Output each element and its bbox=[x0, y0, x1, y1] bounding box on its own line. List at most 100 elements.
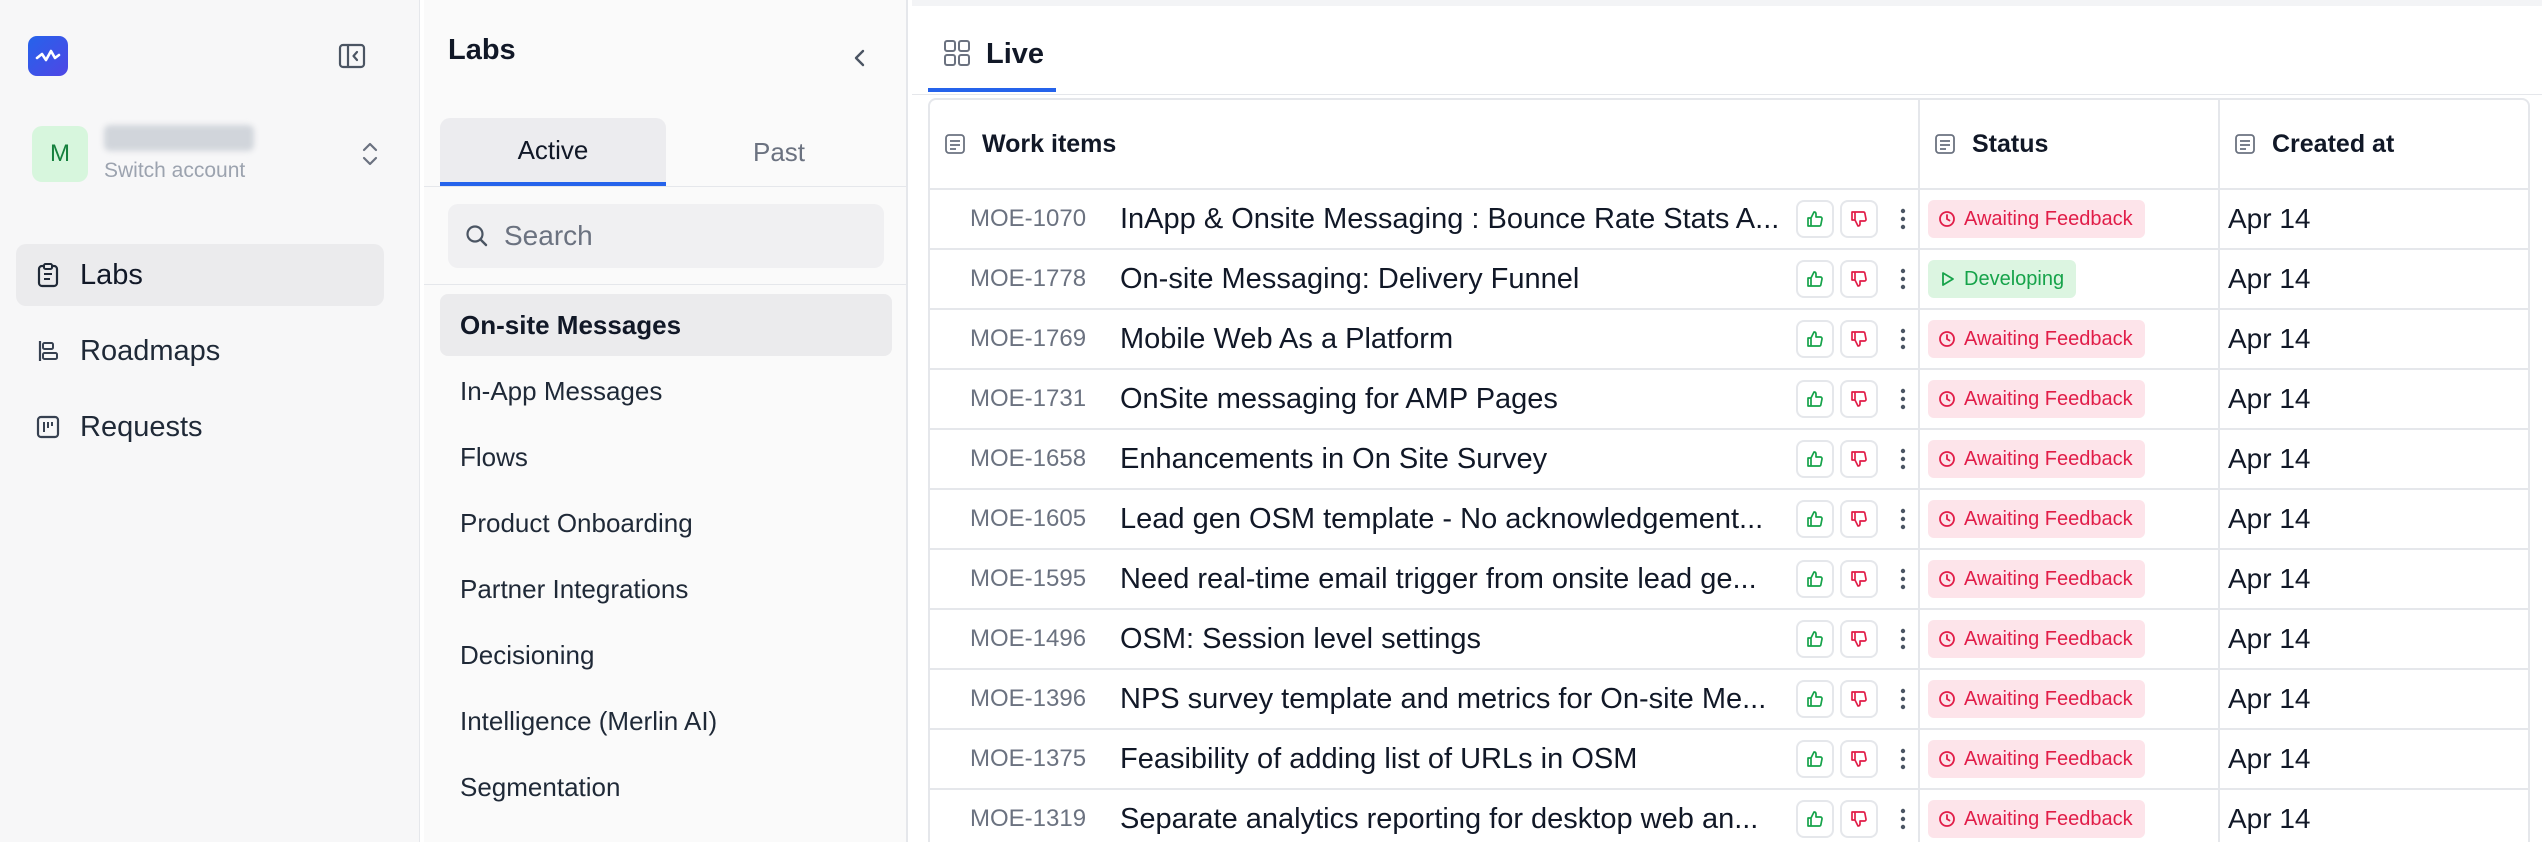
lab-list-item[interactable]: Flows bbox=[440, 426, 892, 488]
more-options-button[interactable] bbox=[1888, 320, 1918, 358]
more-vertical-icon bbox=[1899, 507, 1907, 531]
column-header-work-items[interactable]: Work items bbox=[930, 100, 1920, 188]
table-row[interactable]: MOE-1375 Feasibility of adding list of UR… bbox=[930, 730, 2528, 790]
work-item-title[interactable]: InApp & Onsite Messaging : Bounce Rate S… bbox=[1120, 203, 1792, 236]
text-field-icon bbox=[2234, 133, 2256, 155]
upvote-button[interactable] bbox=[1796, 440, 1834, 478]
table-row[interactable]: MOE-1396 NPS survey template and metrics … bbox=[930, 670, 2528, 730]
downvote-button[interactable] bbox=[1840, 500, 1878, 538]
lab-list-item[interactable]: Decisioning bbox=[440, 624, 892, 686]
sidebar-item-roadmaps[interactable]: Roadmaps bbox=[16, 320, 384, 382]
lab-list-item[interactable]: Partner Integrations bbox=[440, 558, 892, 620]
upvote-button[interactable] bbox=[1796, 620, 1834, 658]
work-item-title[interactable]: Feasibility of adding list of URLs in OS… bbox=[1120, 743, 1792, 776]
status-badge[interactable]: Awaiting Feedback bbox=[1928, 380, 2145, 418]
status-badge[interactable]: Developing bbox=[1928, 260, 2077, 298]
column-header-status[interactable]: Status bbox=[1920, 100, 2220, 188]
search-input[interactable] bbox=[504, 220, 864, 252]
table-row[interactable]: MOE-1769 Mobile Web As a Platform Awaiting… bbox=[930, 310, 2528, 370]
upvote-button[interactable] bbox=[1796, 260, 1834, 298]
table-row[interactable]: MOE-1778 On-site Messaging: Delivery Funn… bbox=[930, 250, 2528, 310]
lab-list-item[interactable]: Product Onboarding bbox=[440, 492, 892, 554]
work-item-title[interactable]: Enhancements in On Site Survey bbox=[1120, 443, 1792, 476]
table-row[interactable]: MOE-1319 Separate analytics reporting for… bbox=[930, 790, 2528, 842]
work-item-title[interactable]: OSM: Session level settings bbox=[1120, 623, 1792, 656]
more-options-button[interactable] bbox=[1888, 440, 1918, 478]
work-item-title[interactable]: Separate analytics reporting for desktop… bbox=[1120, 803, 1792, 836]
upvote-button[interactable] bbox=[1796, 680, 1834, 718]
more-vertical-icon bbox=[1899, 567, 1907, 591]
upvote-button[interactable] bbox=[1796, 740, 1834, 778]
status-badge[interactable]: Awaiting Feedback bbox=[1928, 680, 2145, 718]
downvote-button[interactable] bbox=[1840, 680, 1878, 718]
status-badge[interactable]: Awaiting Feedback bbox=[1928, 200, 2145, 238]
more-options-button[interactable] bbox=[1888, 380, 1918, 418]
more-options-button[interactable] bbox=[1888, 200, 1918, 238]
vote-actions bbox=[1796, 260, 1918, 298]
upvote-button[interactable] bbox=[1796, 200, 1834, 238]
status-badge[interactable]: Awaiting Feedback bbox=[1928, 740, 2145, 778]
thumbs-down-icon bbox=[1849, 689, 1869, 709]
status-badge[interactable]: Awaiting Feedback bbox=[1928, 560, 2145, 598]
more-options-button[interactable] bbox=[1888, 680, 1918, 718]
status-badge[interactable]: Awaiting Feedback bbox=[1928, 620, 2145, 658]
table-row[interactable]: MOE-1605 Lead gen OSM template - No ackno… bbox=[930, 490, 2528, 550]
sidebar-collapse-button[interactable] bbox=[334, 38, 370, 74]
table-row[interactable]: MOE-1070 InApp & Onsite Messaging : Bounc… bbox=[930, 190, 2528, 250]
account-switcher[interactable]: M Switch account bbox=[20, 112, 400, 196]
lab-list-item[interactable]: In-App Messages bbox=[440, 360, 892, 422]
table-row[interactable]: MOE-1658 Enhancements in On Site Survey Aw… bbox=[930, 430, 2528, 490]
work-item-title[interactable]: Mobile Web As a Platform bbox=[1120, 323, 1792, 356]
search-box[interactable] bbox=[448, 204, 884, 268]
upvote-button[interactable] bbox=[1796, 560, 1834, 598]
more-options-button[interactable] bbox=[1888, 260, 1918, 298]
table-row[interactable]: MOE-1595 Need real-time email trigger fro… bbox=[930, 550, 2528, 610]
downvote-button[interactable] bbox=[1840, 740, 1878, 778]
more-options-button[interactable] bbox=[1888, 800, 1918, 838]
labs-collapse-button[interactable] bbox=[842, 40, 878, 76]
upvote-button[interactable] bbox=[1796, 320, 1834, 358]
vote-actions bbox=[1796, 440, 1918, 478]
created-at-cell: Apr 14 bbox=[2228, 803, 2311, 834]
work-item-title[interactable]: Lead gen OSM template - No acknowledgeme… bbox=[1120, 503, 1792, 536]
lab-list-item[interactable]: Segmentation bbox=[440, 756, 892, 818]
status-badge[interactable]: Awaiting Feedback bbox=[1928, 800, 2145, 838]
downvote-button[interactable] bbox=[1840, 260, 1878, 298]
downvote-button[interactable] bbox=[1840, 560, 1878, 598]
table-row[interactable]: MOE-1731 OnSite messaging for AMP Pages Aw… bbox=[930, 370, 2528, 430]
downvote-button[interactable] bbox=[1840, 200, 1878, 238]
tab-active[interactable]: Active bbox=[440, 118, 666, 186]
work-item-title[interactable]: NPS survey template and metrics for On-s… bbox=[1120, 683, 1792, 716]
downvote-button[interactable] bbox=[1840, 620, 1878, 658]
work-item-title[interactable]: Need real-time email trigger from onsite… bbox=[1120, 563, 1792, 596]
thumbs-down-icon bbox=[1849, 629, 1869, 649]
lab-list-item[interactable]: Intelligence (Merlin AI) bbox=[440, 690, 892, 752]
sidebar-item-requests[interactable]: Requests bbox=[16, 396, 384, 458]
downvote-button[interactable] bbox=[1840, 380, 1878, 418]
app-logo[interactable] bbox=[28, 36, 68, 76]
downvote-button[interactable] bbox=[1840, 440, 1878, 478]
sidebar-item-labs[interactable]: Labs bbox=[16, 244, 384, 306]
downvote-button[interactable] bbox=[1840, 320, 1878, 358]
work-item-title[interactable]: OnSite messaging for AMP Pages bbox=[1120, 383, 1792, 416]
more-options-button[interactable] bbox=[1888, 500, 1918, 538]
table-row[interactable]: MOE-1496 OSM: Session level settings Await… bbox=[930, 610, 2528, 670]
more-options-button[interactable] bbox=[1888, 620, 1918, 658]
more-options-button[interactable] bbox=[1888, 740, 1918, 778]
upvote-button[interactable] bbox=[1796, 380, 1834, 418]
status-badge[interactable]: Awaiting Feedback bbox=[1928, 440, 2145, 478]
work-item-title[interactable]: On-site Messaging: Delivery Funnel bbox=[1120, 263, 1792, 296]
clipboard-icon bbox=[34, 261, 62, 289]
more-options-button[interactable] bbox=[1888, 560, 1918, 598]
status-badge[interactable]: Awaiting Feedback bbox=[1928, 320, 2145, 358]
tab-live[interactable]: Live bbox=[928, 34, 1057, 92]
tab-past[interactable]: Past bbox=[666, 118, 892, 186]
column-header-created-at[interactable]: Created at bbox=[2220, 100, 2528, 188]
upvote-button[interactable] bbox=[1796, 800, 1834, 838]
lab-list-item[interactable]: On-site Messages bbox=[440, 294, 892, 356]
more-vertical-icon bbox=[1899, 747, 1907, 771]
thumbs-down-icon bbox=[1849, 809, 1869, 829]
upvote-button[interactable] bbox=[1796, 500, 1834, 538]
downvote-button[interactable] bbox=[1840, 800, 1878, 838]
status-badge[interactable]: Awaiting Feedback bbox=[1928, 500, 2145, 538]
